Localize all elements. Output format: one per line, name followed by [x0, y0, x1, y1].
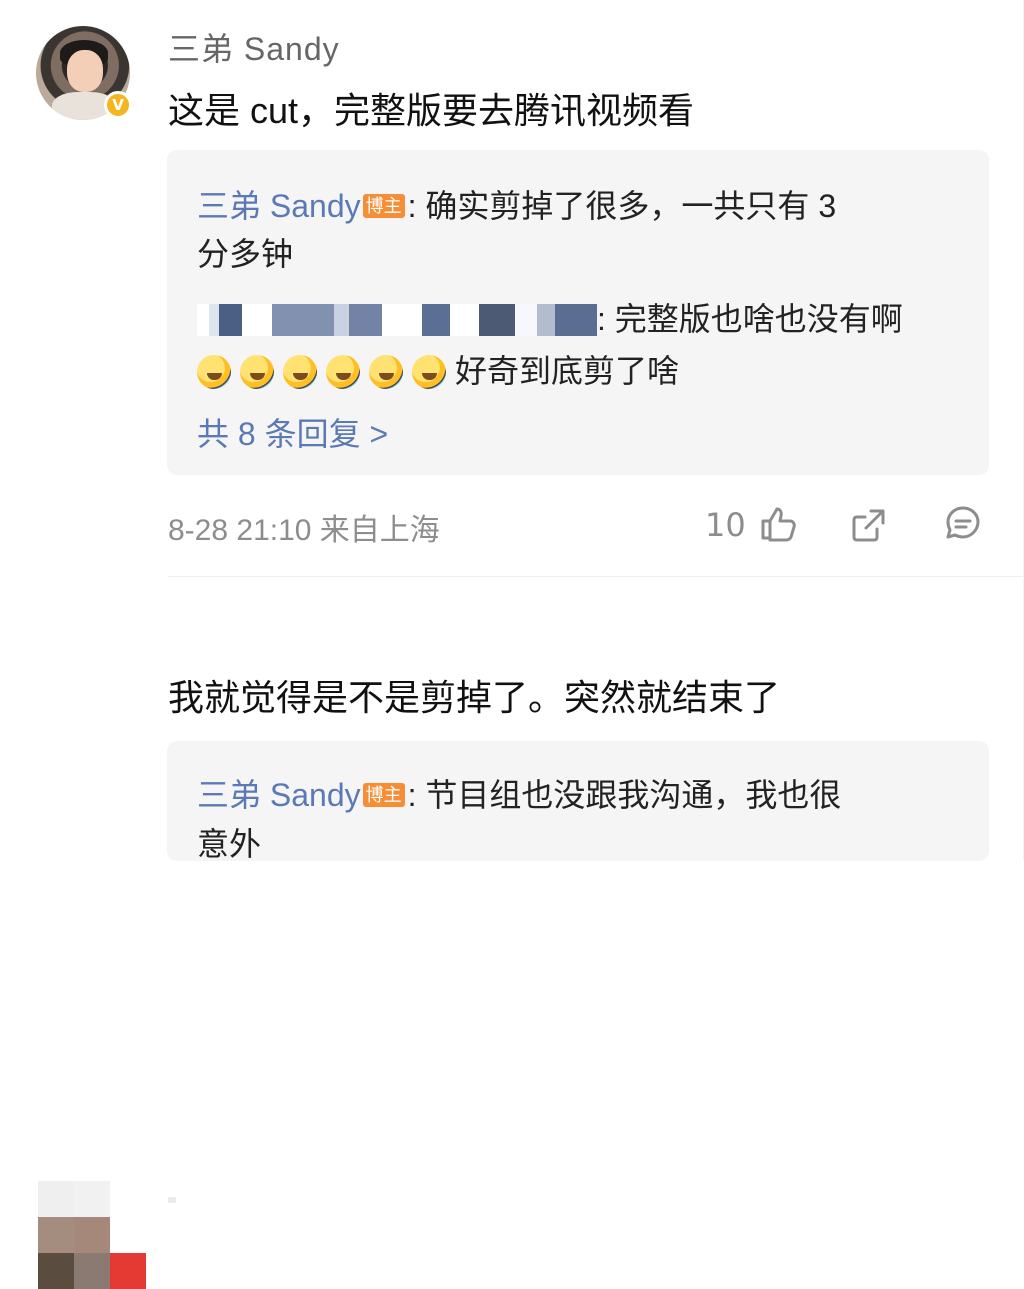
reply-line-2-continued: 好奇到底剪了啥 — [197, 346, 679, 392]
comment-2: 我就觉得是不是剪掉了。突然就结束了 三弟 Sandy 博主: 节目组也没跟我沟通，… — [0, 576, 1024, 1289]
reply-text: : 完整版也啥也没有啊 — [597, 301, 903, 337]
comment-text: 这是 cut，完整版要去腾讯视频看 — [168, 90, 695, 131]
avatar-pixel — [74, 1253, 110, 1289]
author-tag: 博主 — [362, 783, 405, 807]
comment-author-name[interactable]: 三弟 Sandy — [168, 24, 340, 70]
laughing-tears-emoji-icon — [412, 355, 446, 389]
reply-author[interactable]: 三弟 Sandy — [197, 188, 361, 224]
reply-line-1-continued: 意外 — [197, 826, 262, 862]
reply-line-1: 三弟 Sandy 博主: 确实剪掉了很多，一共只有 3 — [197, 181, 836, 227]
laughing-tears-emoji-icon — [283, 355, 317, 389]
comment-meta: 8-28 21:10 来自上海 — [168, 514, 440, 547]
share-icon[interactable] — [851, 507, 887, 543]
like-count: 10 — [705, 506, 746, 544]
comment-text: 我就觉得是不是剪掉了。突然就结束了 — [168, 677, 781, 718]
avatar-face — [67, 50, 103, 92]
more-replies-link[interactable]: 共 8 条回复 > — [197, 409, 388, 455]
avatar-pixel — [38, 1181, 74, 1217]
reply-box: 三弟 Sandy 博主: 节目组也没跟我沟通，我也很 意外 — [167, 741, 989, 862]
laughing-tears-emoji-icon — [197, 355, 231, 389]
blurred-avatar[interactable] — [38, 1181, 146, 1289]
reply-line-2: : 完整版也啥也没有啊 — [197, 294, 903, 340]
laughing-tears-emoji-icon — [369, 355, 403, 389]
blurred-username[interactable] — [197, 304, 597, 336]
comment-icon[interactable] — [944, 504, 982, 542]
avatar-pixel — [38, 1217, 74, 1253]
thumbs-up-icon[interactable] — [759, 504, 797, 542]
avatar-pixel — [74, 1181, 110, 1217]
comment-1: V 三弟 Sandy 这是 cut，完整版要去腾讯视频看 三弟 Sandy 博主:… — [0, 0, 1024, 577]
author-tag: 博主 — [362, 194, 405, 218]
verified-badge-icon: V — [104, 91, 132, 119]
laughing-tears-emoji-icon — [326, 355, 360, 389]
reply-author[interactable]: 三弟 Sandy — [197, 777, 361, 813]
reply-box: 三弟 Sandy 博主: 确实剪掉了很多，一共只有 3 分多钟 : 完整版也啥也没… — [167, 150, 989, 475]
reply-line-1-continued: 分多钟 — [197, 236, 294, 272]
avatar-pixel — [110, 1253, 146, 1289]
avatar-pixel — [38, 1253, 74, 1289]
avatar-pixel — [74, 1217, 110, 1253]
laughing-tears-emoji-icon — [240, 355, 274, 389]
reply-text: : 节目组也没跟我沟通，我也很 — [407, 777, 842, 813]
reply-line-1: 三弟 Sandy 博主: 节目组也没跟我沟通，我也很 — [197, 770, 841, 816]
reply-text: : 确实剪掉了很多，一共只有 3 — [407, 188, 837, 224]
blurred-username[interactable] — [168, 1197, 176, 1203]
reply-text: 好奇到底剪了啥 — [455, 353, 680, 389]
